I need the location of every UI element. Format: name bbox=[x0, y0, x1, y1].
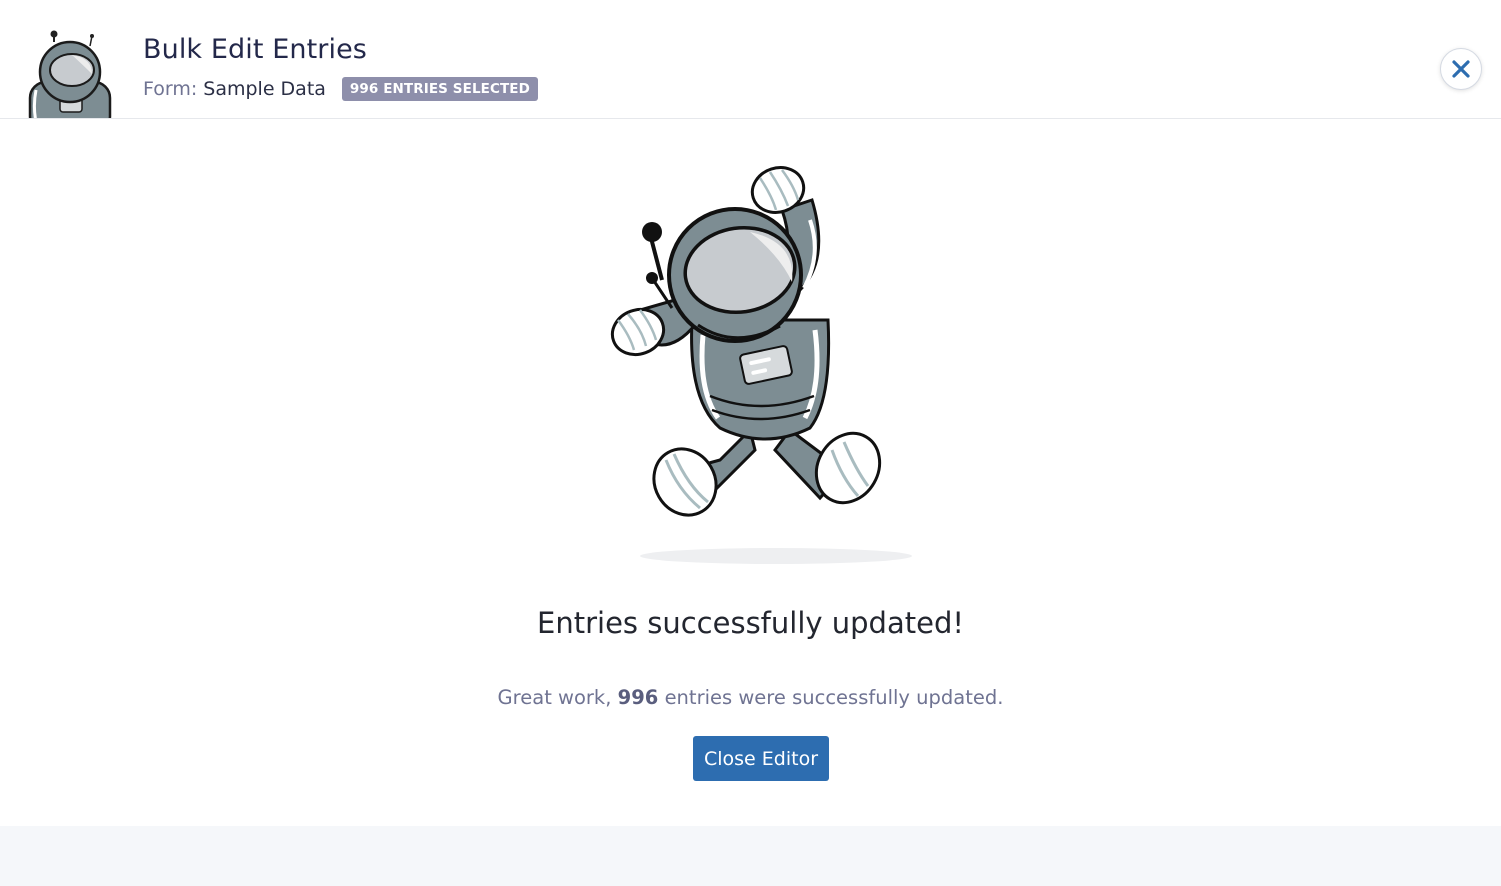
form-info: Form: Sample Data 996 ENTRIES SELECTED bbox=[143, 76, 538, 102]
close-icon bbox=[1452, 60, 1470, 78]
updated-count: 996 bbox=[617, 686, 659, 709]
astronaut-mascot-icon bbox=[28, 30, 112, 118]
celebrating-astronaut-illustration bbox=[610, 166, 912, 564]
success-title: Entries successfully updated! bbox=[537, 606, 964, 640]
success-message: Great work, 996 entries were successfull… bbox=[0, 686, 1501, 709]
entries-selected-badge: 996 ENTRIES SELECTED bbox=[341, 77, 538, 101]
page-title: Bulk Edit Entries bbox=[143, 34, 367, 65]
close-editor-button[interactable]: Close Editor bbox=[693, 736, 829, 781]
message-prefix: Great work, bbox=[497, 686, 612, 709]
editor-header: Bulk Edit Entries Form: Sample Data 996 … bbox=[0, 0, 1501, 119]
close-button[interactable] bbox=[1440, 48, 1482, 90]
footer-band bbox=[0, 826, 1501, 886]
form-name: Sample Data bbox=[203, 78, 326, 100]
form-label: Form: bbox=[143, 78, 198, 100]
message-suffix: entries were successfully updated. bbox=[664, 686, 1004, 709]
